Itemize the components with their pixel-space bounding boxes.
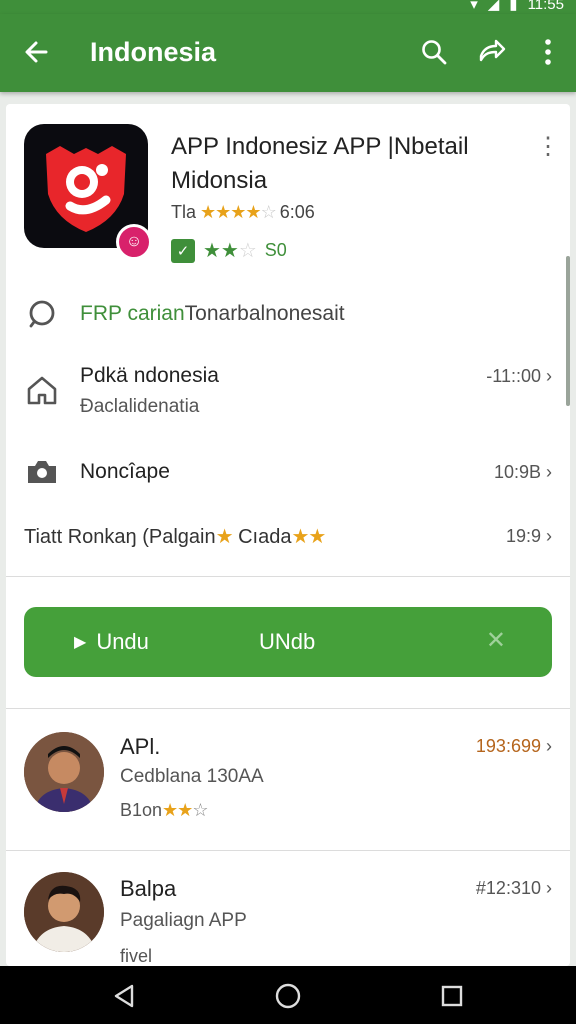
rating-line: Tla ★★★★☆ 6:06 (171, 202, 315, 223)
search-icon (24, 296, 60, 332)
divider (6, 708, 570, 709)
play-icon: ▶ (74, 634, 87, 651)
review-meta: 193:699 › (475, 736, 552, 756)
search-icon (422, 40, 447, 65)
green-stars: ★★☆ (203, 240, 257, 262)
navigation-bar (0, 966, 576, 1024)
star-icon: ★★ (291, 526, 326, 548)
app-bar: Indonesia (0, 14, 576, 92)
avatar (24, 732, 104, 812)
avatar (24, 872, 104, 952)
more-vert-icon (545, 39, 551, 65)
ranking-row-meta: 19:9 › (505, 526, 552, 546)
review-rating: B1on★★☆ (120, 800, 208, 820)
app-detail-card: ☺ APP Indonesiz APP |Nbetail Midonsia ⋮ … (6, 104, 570, 966)
close-icon[interactable]: ✕ (486, 626, 506, 655)
divider (6, 850, 570, 851)
signal-icon: ◢ (487, 0, 500, 13)
home-icon (24, 372, 60, 408)
verified-rating-line: ✓ ★★☆ S0 (171, 238, 287, 263)
star-icon: ★ (215, 526, 234, 548)
back-button[interactable] (18, 34, 54, 70)
install-center-label: UNdb (259, 629, 316, 654)
page-title: Indonesia (90, 37, 217, 67)
rating-stars: ★★★★☆ (200, 202, 277, 222)
nav-back-icon (114, 984, 134, 1008)
share-icon (479, 39, 506, 62)
divider (6, 576, 570, 577)
search-button[interactable] (416, 34, 452, 70)
check-icon: ✓ (171, 238, 195, 263)
app-overflow-button[interactable]: ⋮ (536, 132, 560, 160)
home-row-subtitle: Đaclalidenatia (80, 396, 200, 417)
camera-icon (24, 454, 60, 490)
chevron-right-icon: › (546, 878, 552, 898)
nav-recents-icon (441, 985, 463, 1007)
arrow-left-icon (25, 41, 48, 63)
nav-recents-button[interactable] (436, 980, 468, 1012)
search-row-label: FRP carianTonarbalnonesait (80, 302, 345, 325)
chevron-right-icon: › (546, 736, 552, 756)
status-time: 11:55 (527, 0, 564, 13)
review-name: APl. (120, 734, 161, 759)
chevron-right-icon: › (546, 526, 552, 546)
install-button[interactable]: ▶ Undu UNdb ✕ (24, 607, 552, 677)
nav-home-icon (275, 983, 301, 1009)
star-icon: ★★☆ (162, 800, 208, 820)
review-item[interactable]: APl. Cedblana 130AA B1on★★☆ 193:699 › (6, 724, 570, 834)
rating-prefix: Tla (171, 202, 197, 222)
home-row-title: Pdkä ndonesia (80, 364, 219, 387)
camera-row-title: Noncîape (80, 460, 170, 483)
ranking-row-title: Tiatt Ronkaŋ (Palgain★ Cıada★★ (24, 526, 326, 548)
review-rating: fivel (120, 946, 153, 966)
camera-row-meta: 10:9B › (493, 462, 552, 482)
review-subtitle: Pagaliagn APP (120, 910, 247, 931)
camera-row[interactable]: Noncîape 10:9B › (6, 452, 570, 492)
developer-badge-icon: ☺ (116, 224, 152, 260)
status-bar: ▾ ◢ ▮ 11:55 (0, 0, 576, 14)
battery-icon: ▮ (509, 0, 518, 13)
rating-value: 6:06 (279, 202, 315, 222)
share-button[interactable] (474, 34, 510, 70)
more-options-button[interactable] (530, 34, 566, 70)
review-item[interactable]: Balpa Pagaliagn APP fivel #12:310 › (6, 864, 570, 966)
home-row-meta: -11::00 › (486, 366, 552, 386)
ranking-row[interactable]: Tiatt Ronkaŋ (Palgain★ Cıada★★ 19:9 › (6, 518, 570, 558)
chevron-right-icon: › (546, 462, 552, 482)
wifi-icon: ▾ (470, 0, 478, 13)
review-name: Balpa (120, 876, 177, 901)
chevron-right-icon: › (546, 366, 552, 386)
nav-back-button[interactable] (108, 980, 140, 1012)
rating-count: S0 (264, 240, 287, 260)
install-left: ▶ Undu (74, 629, 149, 655)
search-row[interactable]: FRP carianTonarbalnonesait (6, 294, 570, 334)
review-meta: #12:310 › (475, 878, 552, 898)
nav-home-button[interactable] (272, 980, 304, 1012)
review-subtitle: Cedblana 130AA (120, 766, 264, 787)
install-left-label: Undu (96, 629, 149, 654)
home-row[interactable]: Pdkä ndonesia Đaclalidenatia -11::00 › (6, 356, 570, 422)
app-title: APP Indonesiz APP |Nbetail Midonsia (171, 133, 469, 194)
